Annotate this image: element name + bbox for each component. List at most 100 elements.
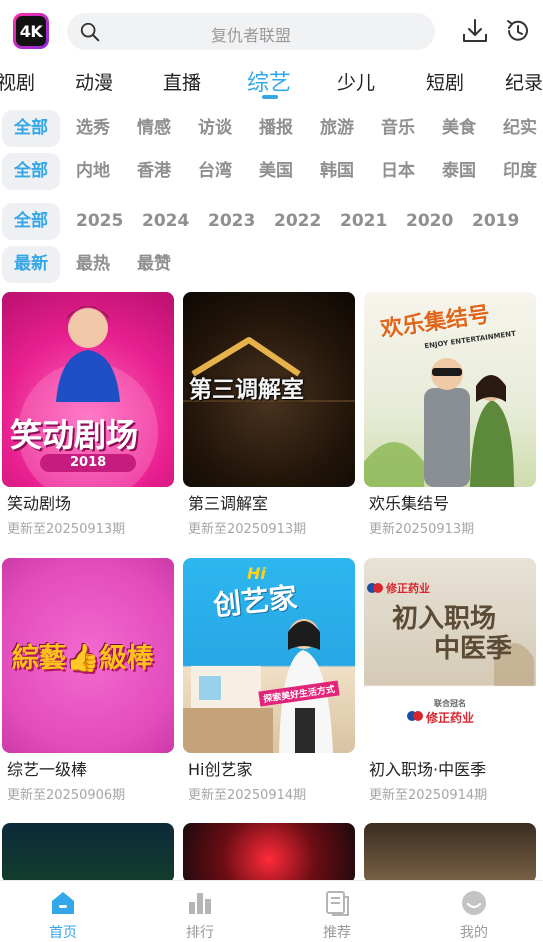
show-title: 综艺一级棒 [7, 760, 88, 779]
app-header: 4K 复仇者联盟 [0, 0, 543, 62]
show-card[interactable]: 綜藝👍級棒 综艺一级棒 更新至20250906期 [2, 558, 174, 803]
show-title: 笑动剧场 [7, 494, 72, 513]
filter-row-type: 全部 选秀 情感 访谈 播报 旅游 音乐 美食 纪实 [0, 110, 543, 148]
filter-type-option[interactable]: 播报 [259, 110, 293, 147]
tab-tv-series[interactable]: 视剧 [0, 68, 35, 95]
filter-row-sort: 最新 最热 最赞 [0, 246, 543, 284]
filter-year-option[interactable]: 2024 [142, 203, 189, 240]
filter-year-all[interactable]: 全部 [2, 203, 60, 240]
search-input[interactable]: 复仇者联盟 [67, 13, 435, 50]
poster-note: 联合冠名 [434, 699, 466, 708]
filter-region-option[interactable]: 台湾 [198, 153, 232, 190]
show-title: 第三调解室 [188, 494, 269, 513]
profile-icon [462, 891, 486, 915]
poster-year: 2018 [70, 455, 107, 470]
show-update: 更新至20250913期 [7, 522, 126, 537]
recommend-icon [326, 891, 349, 916]
show-title: Hi创艺家 [188, 760, 253, 779]
show-poster: Hi 创艺家 探索美好生活方式 [183, 558, 355, 753]
show-poster: 欢乐集结号 ENJOY ENTERTAINMENT [364, 292, 536, 487]
show-update: 更新至20250906期 [7, 788, 126, 803]
tab-anime[interactable]: 动漫 [75, 68, 113, 95]
show-title: 欢乐集结号 [369, 494, 450, 513]
show-poster: 綜藝👍級棒 [2, 558, 174, 753]
poster-brand: 修正药业 [386, 582, 430, 595]
nav-profile[interactable]: 我的 [444, 889, 504, 942]
filter-region-option[interactable]: 日本 [381, 153, 415, 190]
app-logo[interactable]: 4K [13, 13, 49, 49]
show-title: 初入职场·中医季 [369, 760, 487, 779]
show-update: 更新20250913期 [369, 522, 475, 537]
active-tab-indicator [262, 95, 278, 99]
sort-newest[interactable]: 最新 [2, 246, 60, 283]
filter-type-option[interactable]: 音乐 [381, 110, 415, 147]
ranking-icon [189, 893, 211, 914]
tab-documentary[interactable]: 纪录 [505, 68, 543, 95]
filter-row-year: 全部 2025 2024 2023 2022 2021 2020 2019 [0, 203, 543, 241]
tab-kids[interactable]: 少儿 [337, 68, 375, 95]
show-card[interactable]: 笑动剧场 2018 笑动剧场 更新至20250913期 [2, 292, 174, 537]
filter-region-option[interactable]: 韩国 [320, 153, 354, 190]
show-poster: 笑动剧场 2018 [2, 292, 174, 487]
sort-most-liked[interactable]: 最赞 [137, 246, 171, 283]
nav-ranking-label: 排行 [186, 925, 214, 941]
search-placeholder: 复仇者联盟 [210, 26, 291, 45]
nav-recommend-label: 推荐 [323, 925, 351, 941]
show-poster [183, 823, 355, 883]
nav-home[interactable]: 首页 [33, 889, 93, 942]
show-card-partial[interactable] [2, 823, 174, 883]
filter-region-option[interactable]: 泰国 [442, 153, 476, 190]
nav-profile-label: 我的 [460, 925, 488, 941]
bottom-navigation: 首页 排行 推荐 我的 [0, 880, 543, 942]
show-card[interactable]: 第三调解室 第三调解室 更新至20250913期 [183, 292, 355, 537]
filter-type-option[interactable]: 美食 [442, 110, 476, 147]
tab-live[interactable]: 直播 [163, 68, 201, 95]
show-poster [364, 823, 536, 883]
filter-region-all[interactable]: 全部 [2, 153, 60, 190]
tab-short-drama[interactable]: 短剧 [426, 68, 464, 95]
filter-type-option[interactable]: 情感 [137, 110, 171, 147]
poster-title: 第三调解室 [189, 377, 304, 403]
poster-title: 綜藝👍級棒 [12, 643, 154, 674]
filter-region-option[interactable]: 美国 [259, 153, 293, 190]
show-poster: 第三调解室 [183, 292, 355, 487]
show-update: 更新至20250913期 [188, 522, 307, 537]
show-card[interactable]: 修正药业 初入职场 中医季 联合冠名 修正药业 初入职场·中医季 更新至2025… [364, 558, 536, 803]
filter-year-option[interactable]: 2023 [208, 203, 255, 240]
filter-year-option[interactable]: 2020 [406, 203, 453, 240]
poster-title: 笑动剧场 [10, 416, 139, 454]
filter-type-all[interactable]: 全部 [2, 110, 60, 147]
nav-ranking[interactable]: 排行 [170, 889, 230, 942]
download-icon[interactable] [461, 17, 489, 45]
filter-region-option[interactable]: 内地 [76, 153, 110, 190]
history-icon[interactable] [504, 17, 532, 45]
filter-type-option[interactable]: 选秀 [76, 110, 110, 147]
filter-year-option[interactable]: 2019 [472, 203, 519, 240]
nav-home-label: 首页 [49, 925, 77, 941]
category-tabs: 视剧 动漫 直播 综艺 少儿 短剧 纪录 [0, 62, 543, 106]
filter-region-option[interactable]: 印度 [503, 153, 537, 190]
show-card-partial[interactable] [364, 823, 536, 883]
show-card[interactable]: 欢乐集结号 ENJOY ENTERTAINMENT 欢乐集结号 更新202509… [364, 292, 536, 537]
filter-row-region: 全部 内地 香港 台湾 美国 韩国 日本 泰国 印度 [0, 153, 543, 191]
filter-region-option[interactable]: 香港 [137, 153, 171, 190]
filter-year-option[interactable]: 2022 [274, 203, 321, 240]
sort-hottest[interactable]: 最热 [76, 246, 110, 283]
show-update: 更新至20250914期 [369, 788, 488, 803]
show-poster [2, 823, 174, 883]
filter-type-option[interactable]: 访谈 [198, 110, 232, 147]
show-card[interactable]: Hi 创艺家 探索美好生活方式 Hi创艺家 更新至20250914期 [183, 558, 355, 803]
home-icon [52, 892, 74, 914]
filter-year-option[interactable]: 2021 [340, 203, 387, 240]
poster-brand-bottom: 修正药业 [426, 711, 475, 725]
poster-title-line2: 中医季 [434, 634, 513, 664]
filter-type-option[interactable]: 旅游 [320, 110, 354, 147]
tab-variety[interactable]: 综艺 [247, 65, 291, 97]
logo-text: 4K [19, 21, 43, 41]
filter-type-option[interactable]: 纪实 [503, 110, 537, 147]
filter-year-option[interactable]: 2025 [76, 203, 123, 240]
logo-badge: 4K [16, 16, 46, 46]
nav-recommend[interactable]: 推荐 [307, 889, 367, 942]
show-card-partial[interactable] [183, 823, 355, 883]
show-poster: 修正药业 初入职场 中医季 联合冠名 修正药业 [364, 558, 536, 753]
